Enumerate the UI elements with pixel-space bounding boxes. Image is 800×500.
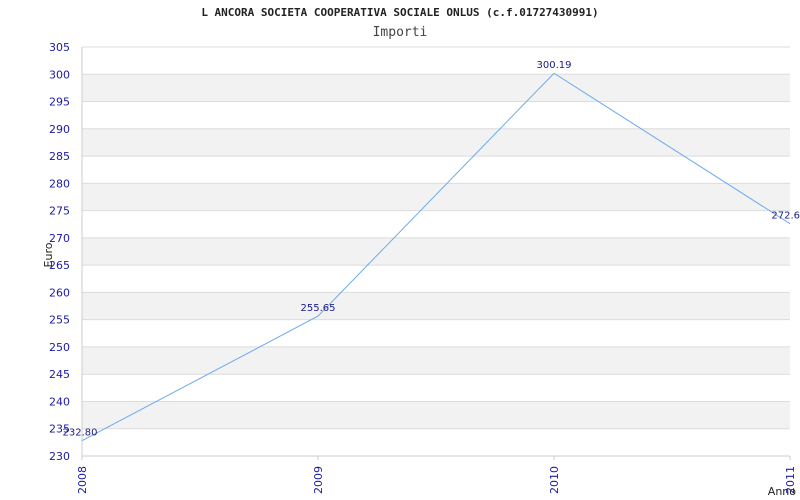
grid-band <box>82 183 790 211</box>
y-tick-label: 245 <box>49 368 70 381</box>
y-tick-label: 230 <box>49 450 70 463</box>
data-label: 255.65 <box>301 303 336 314</box>
x-axis-label: Anno <box>768 485 796 498</box>
line-chart: 2302352402452502552602652702752802852902… <box>42 41 800 498</box>
y-tick-label: 275 <box>49 205 70 218</box>
y-axis-label: Euro <box>42 242 55 267</box>
grid-band <box>82 74 790 102</box>
grid-bands <box>82 74 790 429</box>
y-tick-label: 250 <box>49 341 70 354</box>
y-tick-label: 260 <box>49 286 70 299</box>
y-tick-label: 305 <box>49 41 70 54</box>
data-label: 272.6 <box>771 211 800 222</box>
grid-band <box>82 346 790 375</box>
grid-band <box>82 237 790 266</box>
x-tick-label: 2008 <box>76 466 89 494</box>
data-label: 232.80 <box>63 428 98 439</box>
x-tick-label: 2009 <box>312 466 325 494</box>
x-tick-label: 2010 <box>548 466 561 494</box>
grid-band <box>82 401 790 429</box>
y-tick-label: 300 <box>49 68 70 81</box>
y-tick-label: 280 <box>49 177 70 190</box>
data-label: 300.19 <box>537 60 572 71</box>
y-tick-label: 240 <box>49 395 70 408</box>
y-tick-label: 285 <box>49 150 70 163</box>
y-tick-label: 295 <box>49 96 70 109</box>
grid-band <box>82 128 790 157</box>
y-tick-label: 255 <box>49 314 70 327</box>
x-ticks: 2008 2009 2010 2011 <box>76 456 797 494</box>
y-tick-label: 290 <box>49 123 70 136</box>
grid-band <box>82 292 790 320</box>
